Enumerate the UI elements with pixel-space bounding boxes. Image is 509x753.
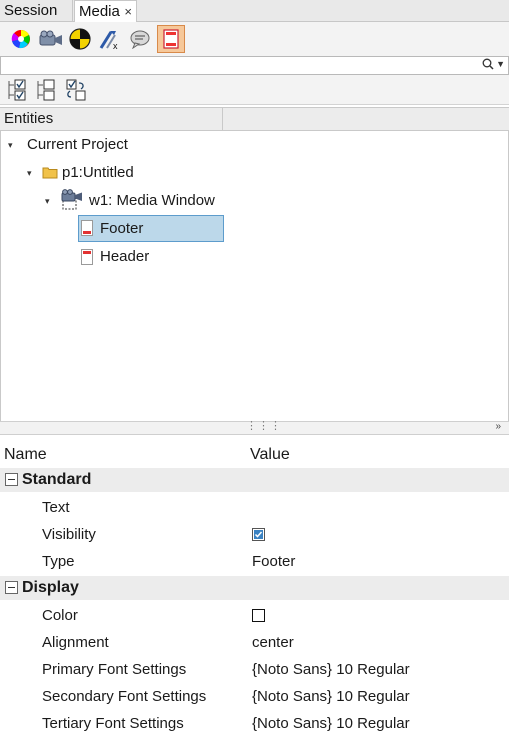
property-value[interactable]: {Noto Sans} 10 Regular <box>252 656 410 683</box>
property-name: Type <box>42 553 75 570</box>
tree-toolbar <box>0 75 509 105</box>
expand-arrow-icon[interactable]: ▾ <box>45 196 50 207</box>
tree-node-p1-untitled[interactable]: p1:Untitled <box>62 161 134 185</box>
group-display: Display <box>0 576 509 600</box>
expand-arrow-icon[interactable]: ▾ <box>27 168 32 179</box>
checkmark-icon <box>254 530 263 539</box>
caliper-icon: x <box>99 31 118 50</box>
property-row-type[interactable]: Type Footer <box>0 548 509 575</box>
property-value[interactable]: center <box>252 629 294 656</box>
property-name: Tertiary Font Settings <box>42 715 184 732</box>
target-marker-button[interactable] <box>67 26 93 52</box>
measure-button[interactable]: x <box>97 26 123 52</box>
page-notes-icon <box>163 29 179 49</box>
entities-column-header[interactable]: Entities <box>0 108 223 130</box>
tab-media[interactable]: Media × <box>74 0 137 23</box>
tree-node-media-window[interactable]: w1: Media Window <box>89 189 215 213</box>
property-value[interactable]: {Noto Sans} 10 Regular <box>252 683 410 710</box>
group-label: Display <box>22 579 79 596</box>
collapse-group-icon[interactable] <box>5 473 18 486</box>
property-header: Name Value <box>0 444 509 466</box>
property-name: Alignment <box>42 634 109 651</box>
property-name: Text <box>42 499 70 516</box>
chevron-down-icon[interactable]: ▼ <box>496 59 505 69</box>
tab-session[interactable]: Session <box>0 0 73 22</box>
property-value[interactable]: {Noto Sans} 10 Regular <box>252 710 410 737</box>
panel-splitter[interactable]: ⋮⋮⋮ » <box>0 419 509 435</box>
property-row-alignment[interactable]: Alignment center <box>0 629 509 656</box>
property-name: Visibility <box>42 526 96 543</box>
check-all-icon <box>8 79 26 101</box>
color-wheel-button[interactable] <box>8 26 34 52</box>
expand-arrow-icon[interactable]: ▾ <box>8 140 13 151</box>
media-toolbar: x <box>0 22 509 56</box>
search-input[interactable] <box>1 57 471 74</box>
footer-icon <box>81 220 93 236</box>
property-name: Color <box>42 607 78 624</box>
tree-header: Entities <box>0 107 509 131</box>
video-camera-icon <box>39 30 62 46</box>
comment-button[interactable] <box>127 26 153 52</box>
property-row-text[interactable]: Text <box>0 494 509 521</box>
collapse-panel-icon[interactable]: » <box>495 421 501 432</box>
uncheck-all-icon <box>37 79 55 101</box>
search-icon[interactable] <box>482 58 494 70</box>
media-window-icon <box>61 189 82 210</box>
visibility-checkbox[interactable] <box>252 528 265 541</box>
speech-bubble-icon <box>130 30 150 49</box>
property-value[interactable]: Footer <box>252 548 295 575</box>
tree-node-footer[interactable]: Footer <box>100 217 143 241</box>
invert-check-button[interactable] <box>65 79 87 101</box>
name-column-header[interactable]: Name <box>4 444 47 466</box>
camera-button[interactable] <box>38 26 64 52</box>
swap-check-icon <box>66 79 86 101</box>
color-wheel-icon <box>11 30 30 49</box>
tab-bar: Session Media × <box>0 0 509 23</box>
property-name: Secondary Font Settings <box>42 688 207 705</box>
collapse-group-icon[interactable] <box>5 581 18 594</box>
property-row-visibility[interactable]: Visibility <box>0 521 509 548</box>
group-label: Standard <box>22 471 92 488</box>
tab-media-label: Media <box>79 3 120 20</box>
property-name: Primary Font Settings <box>42 661 187 678</box>
target-icon <box>69 28 91 50</box>
svg-text:x: x <box>113 41 118 50</box>
group-standard: Standard <box>0 468 509 492</box>
property-row-secondary-font[interactable]: Secondary Font Settings {Noto Sans} 10 R… <box>0 683 509 710</box>
folder-icon <box>42 167 58 179</box>
uncheck-all-button[interactable] <box>36 79 58 101</box>
tree-node-current-project[interactable]: Current Project <box>27 133 128 157</box>
splitter-grip-icon[interactable]: ⋮⋮⋮ <box>246 419 282 432</box>
property-row-tertiary-font[interactable]: Tertiary Font Settings {Noto Sans} 10 Re… <box>0 710 509 737</box>
header-icon <box>81 249 93 265</box>
search-box: ▼ <box>0 56 509 75</box>
check-all-button[interactable] <box>7 79 29 101</box>
close-tab-icon[interactable]: × <box>124 1 132 23</box>
tree-node-header[interactable]: Header <box>100 245 149 269</box>
header-footer-button[interactable] <box>157 25 185 53</box>
color-swatch[interactable] <box>252 609 265 622</box>
property-row-primary-font[interactable]: Primary Font Settings {Noto Sans} 10 Reg… <box>0 656 509 683</box>
property-row-color[interactable]: Color <box>0 602 509 629</box>
value-column-header[interactable]: Value <box>250 444 290 466</box>
tab-session-label: Session <box>4 2 58 19</box>
